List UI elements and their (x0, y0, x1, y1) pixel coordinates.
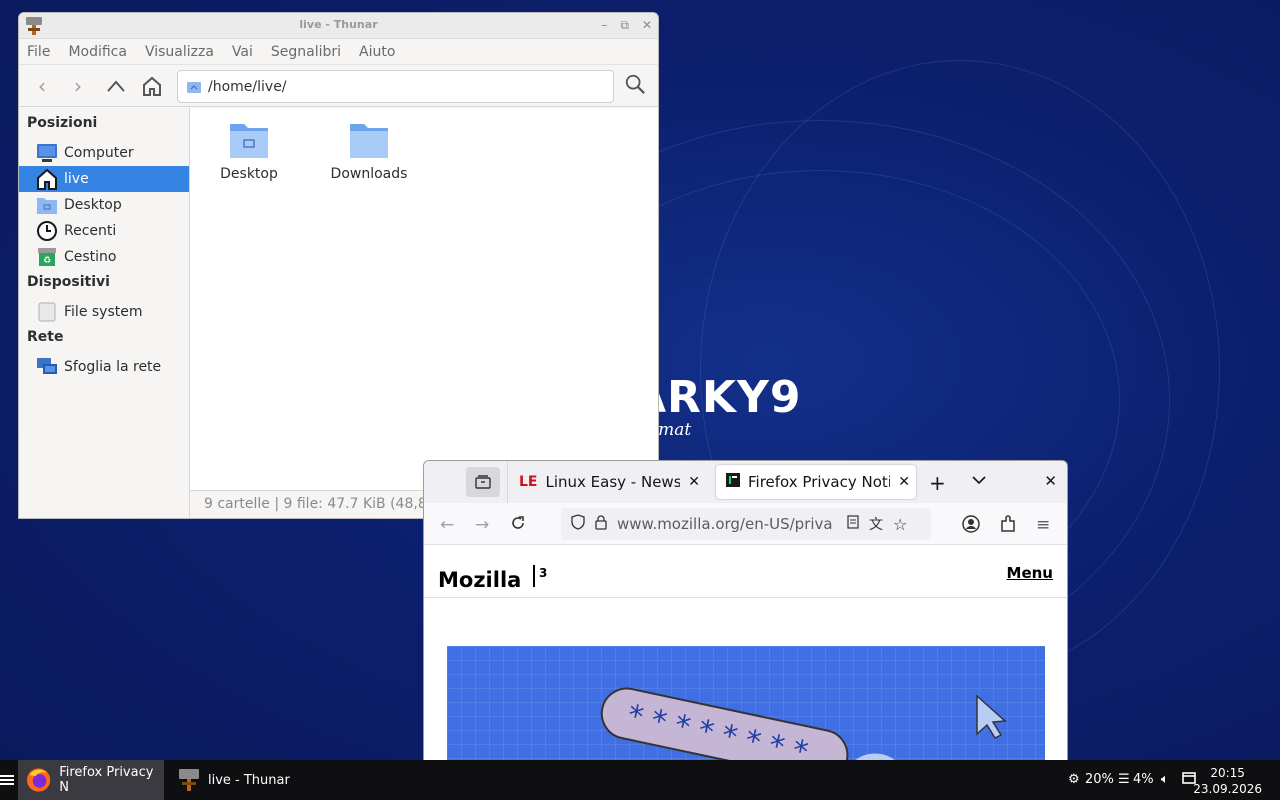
file-item-desktop[interactable]: Desktop (199, 118, 299, 182)
thunar-window: live - Thunar – ⧉ ✕ File Modifica Visual… (18, 12, 659, 519)
sidebar-header-devices: Dispositivi (27, 274, 110, 290)
reload-icon[interactable] (510, 515, 526, 536)
window-close-icon[interactable]: ✕ (1044, 472, 1057, 490)
menu-vai[interactable]: Vai (232, 44, 253, 60)
translate-icon[interactable]: 文 (869, 514, 883, 534)
tab-bar: LE Linux Easy - News d ✕ Firefox Privacy… (424, 461, 1067, 503)
home-folder-icon (187, 81, 201, 93)
close-button[interactable]: ✕ (642, 18, 652, 33)
menu-link[interactable]: Menu (1007, 564, 1053, 582)
desktop-folder-icon (36, 195, 58, 215)
list-tabs-icon[interactable] (972, 473, 986, 489)
thunar-icon (179, 769, 199, 791)
forward-icon[interactable]: → (475, 515, 489, 535)
svg-text:3: 3 (539, 566, 547, 580)
tab-separator (507, 461, 508, 503)
taskbar-item-firefox[interactable]: Firefox Privacy N (18, 760, 164, 800)
minimize-button[interactable]: – (601, 18, 607, 33)
drive-icon (36, 302, 58, 322)
sidebar-item-live[interactable]: live (19, 166, 189, 192)
linux-easy-favicon: LE (519, 474, 538, 490)
search-icon[interactable] (624, 73, 646, 95)
start-menu-icon[interactable] (0, 773, 16, 787)
sidebar-header-places: Posizioni (27, 115, 98, 131)
tab-view-button[interactable] (466, 467, 500, 497)
firefox-icon (26, 768, 51, 792)
hamburger-menu-icon[interactable]: ≡ (1036, 515, 1050, 535)
tab-firefox-privacy[interactable]: Firefox Privacy Notic ✕ (716, 465, 916, 499)
mozilla-header: Mozilla 3 Menu (424, 546, 1067, 598)
tab-view-icon (475, 475, 491, 489)
tab-close-icon[interactable]: ✕ (898, 474, 910, 490)
mozilla-logo[interactable]: Mozilla 3 (438, 563, 557, 592)
svg-text:♻: ♻ (43, 256, 51, 266)
location-bar[interactable]: /home/live/ (177, 70, 614, 103)
mozilla-logo-mark: 3 (532, 565, 547, 587)
clock-time: 20:15 (1210, 766, 1245, 780)
menu-bar: File Modifica Visualizza Vai Segnalibri … (19, 39, 658, 65)
clock-date: 23.09.2026 (1193, 782, 1262, 796)
menu-visualizza[interactable]: Visualizza (145, 44, 214, 60)
taskbar: Firefox Privacy N live - Thunar ⚙ 20% ☰ … (0, 760, 1280, 800)
trash-icon: ♻ (36, 247, 58, 267)
sidebar-item-desktop[interactable]: Desktop (19, 192, 189, 218)
maximize-button[interactable]: ⧉ (620, 18, 629, 33)
location-path: /home/live/ (208, 78, 287, 95)
account-icon[interactable] (962, 515, 980, 538)
sidebar-item-network[interactable]: Sfoglia la rete (19, 354, 189, 380)
sidebar-item-cestino[interactable]: ♻ Cestino (19, 244, 189, 270)
clock[interactable]: 20:15 23.09.2026 (1193, 765, 1262, 797)
menu-modifica[interactable]: Modifica (68, 44, 127, 60)
url-text: www.mozilla.org/en-US/priva (617, 515, 833, 533)
menu-file[interactable]: File (27, 44, 50, 60)
bookmark-star-icon[interactable]: ☆ (893, 515, 907, 534)
toolbar: ‹ › /home/live/ (19, 65, 658, 107)
back-icon[interactable]: ‹ (31, 74, 53, 98)
folder-icon (350, 124, 388, 158)
up-icon[interactable] (105, 75, 127, 97)
title-bar[interactable]: live - Thunar – ⧉ ✕ (19, 13, 658, 39)
file-item-downloads[interactable]: Downloads (319, 118, 419, 182)
shield-icon[interactable] (571, 514, 585, 534)
home-icon[interactable] (141, 75, 163, 97)
lock-icon[interactable] (595, 514, 607, 534)
cpu-percentage: 4% (1133, 772, 1154, 787)
sidebar-item-computer[interactable]: Computer (19, 140, 189, 166)
back-icon[interactable]: ← (440, 515, 454, 535)
menu-aiuto[interactable]: Aiuto (359, 44, 395, 60)
sidebar-header-network: Rete (27, 329, 64, 345)
extensions-icon[interactable] (1000, 515, 1016, 538)
sidebar-item-file-system[interactable]: File system (19, 299, 189, 325)
tab-linux-easy[interactable]: LE Linux Easy - News d ✕ (509, 465, 706, 499)
nav-bar: ← → www.mozilla.org/en-US/priva 文 ☆ ≡ (424, 503, 1067, 545)
firefox-window: LE Linux Easy - News d ✕ Firefox Privacy… (423, 460, 1068, 800)
computer-icon (36, 143, 58, 163)
forward-icon[interactable]: › (67, 74, 89, 98)
sidebar-item-recenti[interactable]: Recenti (19, 218, 189, 244)
new-tab-icon[interactable]: + (929, 471, 946, 495)
file-view[interactable]: Desktop Downloads 9 cartelle | 9 file: 4… (190, 108, 658, 518)
battery-percentage: 20% (1085, 772, 1114, 787)
reader-view-icon[interactable] (847, 515, 859, 533)
clock-icon (36, 221, 58, 241)
network-icon (36, 357, 58, 377)
window-title: live - Thunar (299, 18, 378, 31)
volume-icon[interactable]: 🔈︎ (1161, 772, 1169, 787)
mozilla-favicon (726, 473, 740, 491)
menu-segnalibri[interactable]: Segnalibri (271, 44, 341, 60)
cpu-icon[interactable]: ☰ (1118, 772, 1130, 787)
battery-icon[interactable]: ⚙ (1068, 772, 1080, 787)
sidebar: Posizioni Computer live Desktop Recenti … (19, 108, 190, 518)
taskbar-item-thunar[interactable]: live - Thunar (170, 760, 330, 800)
home-icon (36, 168, 58, 190)
tab-close-icon[interactable]: ✕ (688, 474, 700, 490)
folder-icon (230, 124, 268, 158)
url-bar[interactable]: www.mozilla.org/en-US/priva 文 ☆ (561, 508, 931, 540)
